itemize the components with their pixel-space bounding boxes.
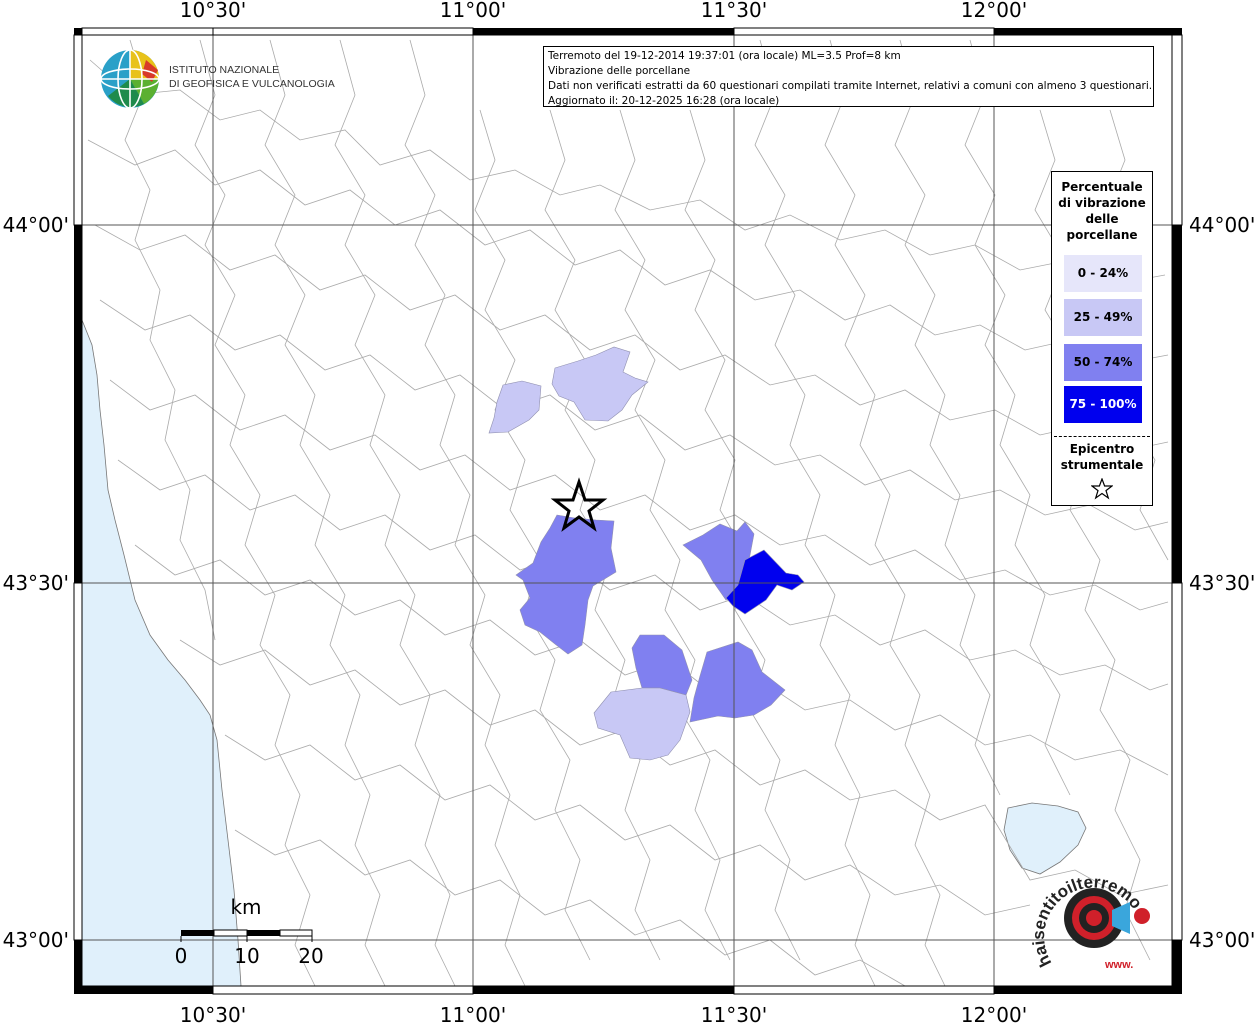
lon-label-bottom: 12°00' bbox=[961, 1003, 1027, 1024]
lon-label-top: 11°00' bbox=[440, 0, 506, 22]
map-parameter: Vibrazione delle porcellane bbox=[548, 65, 691, 77]
ingv-logo-text: ISTITUTO NAZIONALE DI GEOFISICA E VULCAN… bbox=[169, 63, 335, 91]
event-title: Terremoto del 19-12-2014 19:37:01 (ora l… bbox=[548, 50, 901, 62]
star-icon bbox=[1091, 478, 1113, 500]
lat-label-left: 44°00' bbox=[3, 213, 69, 237]
haisentitoilterremoto-logo: haisentitoilterremoto.it www. bbox=[1030, 868, 1150, 971]
scale-tick-label: 10 bbox=[234, 944, 259, 968]
ingv-logo-line: ISTITUTO NAZIONALE bbox=[169, 64, 280, 76]
lat-label-left: 43°00' bbox=[3, 928, 69, 952]
lon-label-bottom: 11°30' bbox=[701, 1003, 767, 1024]
lon-label-bottom: 11°00' bbox=[440, 1003, 506, 1024]
ingv-logo-line: DI GEOFISICA E VULCANOLOGIA bbox=[169, 78, 335, 90]
lon-label-top: 11°30' bbox=[701, 0, 767, 22]
legend-class-label: 25 - 49% bbox=[1073, 310, 1133, 324]
legend-swatch: 25 - 49% bbox=[1064, 299, 1142, 336]
legend-title: Percentuale di vibrazione delle porcella… bbox=[1058, 180, 1146, 242]
event-info-box: Terremoto del 19-12-2014 19:37:01 (ora l… bbox=[543, 46, 1154, 107]
lat-label-right: 43°30' bbox=[1189, 571, 1255, 595]
legend-class-label: 75 - 100% bbox=[1069, 397, 1137, 411]
lon-label-top: 12°00' bbox=[961, 0, 1027, 22]
data-note: Dati non verificati estratti da 60 quest… bbox=[548, 80, 1153, 92]
scale-unit: km bbox=[230, 895, 261, 919]
legend-swatch: 0 - 24% bbox=[1064, 255, 1142, 292]
legend-swatch: 75 - 100% bbox=[1064, 386, 1142, 423]
epicenter-label: Epicentro strumentale bbox=[1060, 442, 1144, 472]
ingv-globe-logo bbox=[100, 49, 160, 109]
legend: Percentuale di vibrazione delle porcella… bbox=[1051, 171, 1153, 506]
lat-label-right: 44°00' bbox=[1189, 213, 1255, 237]
lat-label-right: 43°00' bbox=[1189, 928, 1255, 952]
update-timestamp: Aggiornato il: 20-12-2025 16:28 (ora loc… bbox=[548, 95, 780, 107]
hst-www: www. bbox=[1104, 959, 1133, 971]
lon-label-top: 10°30' bbox=[180, 0, 246, 22]
lat-label-left: 43°30' bbox=[3, 571, 69, 595]
legend-swatch: 50 - 74% bbox=[1064, 344, 1142, 381]
legend-class-label: 50 - 74% bbox=[1073, 355, 1133, 369]
lon-label-bottom: 10°30' bbox=[180, 1003, 246, 1024]
legend-divider bbox=[1054, 436, 1150, 437]
scale-tick-label: 20 bbox=[298, 944, 323, 968]
scale-tick-label: 0 bbox=[175, 944, 188, 968]
legend-class-label: 0 - 24% bbox=[1077, 266, 1129, 280]
